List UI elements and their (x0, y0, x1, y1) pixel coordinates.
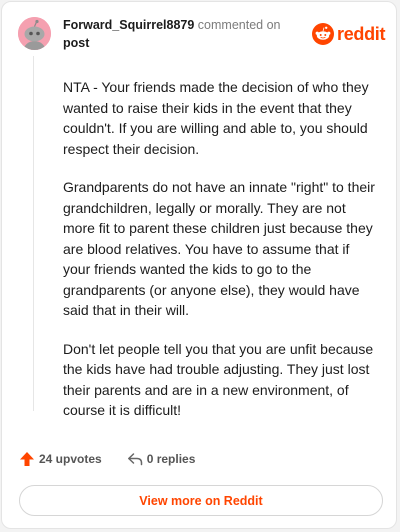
reply-button[interactable]: 0 replies (127, 451, 196, 467)
comment-actions: 24 upvotes 0 replies (19, 451, 195, 467)
replies-count: 0 replies (146, 452, 196, 466)
upvote-arrow-icon (20, 452, 34, 466)
upvotes-count: 24 upvotes (39, 452, 102, 466)
reddit-snoo-icon (312, 23, 334, 45)
comment-paragraph-3: Don't let people tell you that you are u… (63, 340, 374, 419)
upvote-button[interactable]: 24 upvotes (19, 451, 102, 467)
view-more-button[interactable]: View more on Reddit (19, 485, 383, 516)
post-link[interactable]: post (63, 36, 89, 50)
commented-on-text: commented on (197, 18, 281, 32)
thread-line (33, 56, 34, 411)
username-link[interactable]: Forward_Squirrel8879 (63, 18, 194, 32)
comment-body: NTA - Your friends made the decision of … (63, 77, 379, 439)
comment-header: Forward_Squirrel8879 commented on post (63, 16, 303, 52)
snoo-avatar-icon (18, 17, 51, 50)
reddit-wordmark: reddit (337, 23, 386, 44)
comment-paragraph-1: NTA - Your friends made the decision of … (63, 79, 369, 157)
reddit-logo[interactable]: reddit (312, 23, 386, 45)
avatar[interactable] (18, 17, 51, 50)
embed-card: Forward_Squirrel8879 commented on post r… (1, 1, 397, 529)
comment-paragraph-2: Grandparents do not have an innate "righ… (63, 179, 375, 318)
reply-arrow-icon (127, 453, 142, 466)
